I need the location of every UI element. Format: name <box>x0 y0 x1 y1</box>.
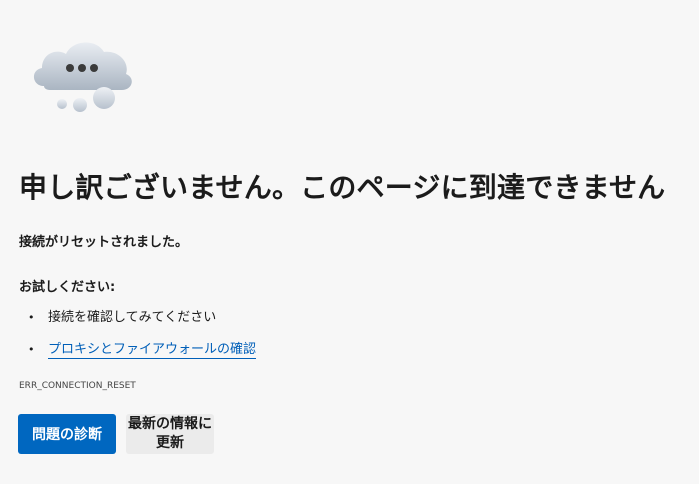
page-title: 申し訳ございません。このページに到達できません <box>19 171 666 204</box>
bullet-icon: • <box>28 343 35 356</box>
diagnose-button[interactable]: 問題の診断 <box>18 414 116 454</box>
suggestions-heading: お試しください: <box>19 280 116 295</box>
proxy-firewall-link[interactable]: プロキシとファイアウォールの確認 <box>48 342 257 359</box>
error-subtitle: 接続がリセットされました。 <box>19 235 189 250</box>
cloud-with-dots-icon <box>33 42 132 112</box>
suggestion-text: 接続を確認してみてください <box>48 310 217 325</box>
error-code: ERR_CONNECTION_RESET <box>19 381 136 391</box>
error-page: 申し訳ございません。このページに到達できません 接続がリセットされました。 お試… <box>0 0 699 484</box>
refresh-button[interactable]: 最新の情報に更新 <box>126 414 214 454</box>
bullet-icon: • <box>28 311 35 324</box>
